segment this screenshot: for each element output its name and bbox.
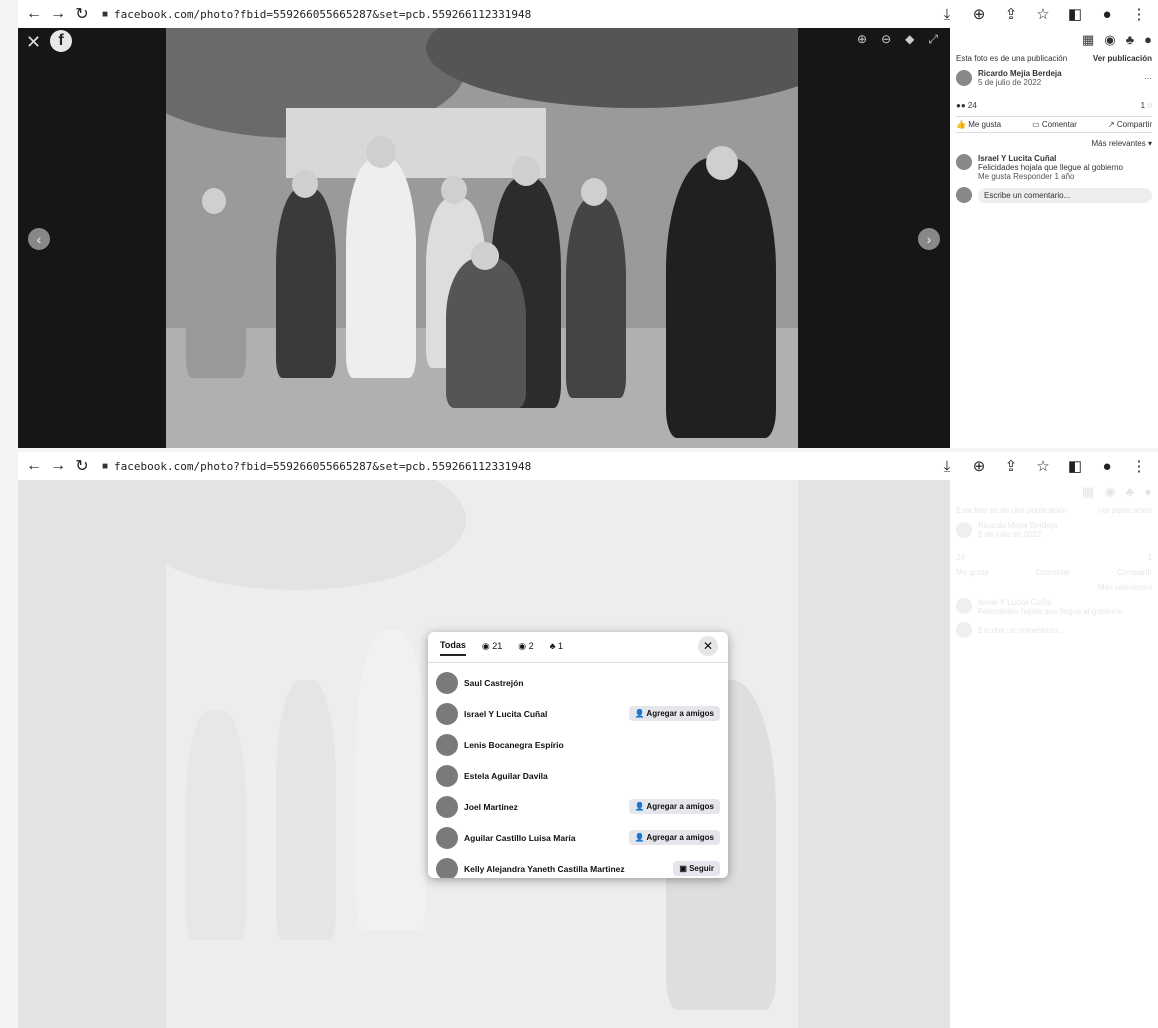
list-item[interactable]: Estela Aguilar Davila <box>436 760 720 791</box>
view-post-link[interactable]: Ver publicación <box>1093 54 1152 63</box>
star-icon[interactable]: ☆ <box>1032 3 1054 25</box>
next-photo-arrow-icon[interactable]: › <box>918 228 940 250</box>
person-name[interactable]: Lenis Bocanegra Espírio <box>464 740 720 750</box>
sidepanel-icon[interactable]: ◧ <box>1064 3 1086 25</box>
screenshot-top: ← → ↻ ■ facebook.com/photo?fbid=55926605… <box>18 0 1158 448</box>
screenshot-bottom: ← → ↻ ■ facebook.com/photo?fbid=55926605… <box>18 452 1158 1028</box>
comment-button[interactable]: ▭ Comentar <box>1032 120 1077 129</box>
commenter-name[interactable]: Israel Y Lucita Cuñal <box>978 154 1123 163</box>
reload-icon[interactable]: ↻ <box>70 455 94 477</box>
reactions-dialog: Todas ◉ 21 ◉ 2 ♣ 1 ✕ Saul Castrejón Isra… <box>428 632 728 878</box>
person-name[interactable]: Saul Castrejón <box>464 678 720 688</box>
messenger-icon[interactable]: ◉ <box>1104 32 1115 48</box>
post-sidebar: ▦ ◉ ♣ ● Esta foto es de una publicación … <box>950 28 1158 448</box>
avatar[interactable] <box>436 826 458 849</box>
lock-icon: ■ <box>102 8 109 20</box>
browser-toolbar: ← → ↻ ■ facebook.com/photo?fbid=55926605… <box>18 0 1158 28</box>
tab-care[interactable]: ♣ 1 <box>550 641 563 655</box>
people-list: Saul Castrejón Israel Y Lucita Cuñal 👤 A… <box>428 663 728 878</box>
forward-arrow-icon[interactable]: → <box>46 3 70 25</box>
notifications-icon[interactable]: ♣ <box>1126 32 1135 48</box>
share-icon[interactable]: ⇪ <box>1000 455 1022 477</box>
previous-photo-arrow-icon[interactable]: ‹ <box>28 228 50 250</box>
follow-button[interactable]: ▣ Seguir <box>673 861 720 876</box>
tab-love[interactable]: ◉ 2 <box>518 641 533 656</box>
menu-icon[interactable]: ⋮ <box>1128 3 1150 25</box>
apps-icon[interactable]: ▦ <box>1082 32 1094 48</box>
account-avatar-icon[interactable]: ● <box>1144 32 1152 48</box>
reload-icon[interactable]: ↻ <box>70 3 94 25</box>
commenter-avatar[interactable] <box>956 154 972 170</box>
post-notice: Esta foto es de una publicación <box>956 54 1068 63</box>
person-name[interactable]: Aguilar Castillo Luisa María <box>464 833 629 843</box>
address-bar[interactable]: facebook.com/photo?fbid=559266055665287&… <box>114 8 531 21</box>
list-item[interactable]: Aguilar Castillo Luisa María 👤 Agregar a… <box>436 822 720 853</box>
browser-toolbar: ← → ↻ ■ facebook.com/photo?fbid=55926605… <box>18 452 1158 480</box>
close-icon[interactable]: ✕ <box>698 636 718 656</box>
download-icon[interactable]: ⤓ <box>936 3 958 25</box>
comment-input[interactable]: Escribe un comentario... <box>978 187 1152 203</box>
avatar[interactable] <box>436 733 458 756</box>
tab-like[interactable]: ◉ 21 <box>482 641 502 656</box>
my-avatar <box>956 187 972 203</box>
share-icon[interactable]: ⇪ <box>1000 3 1022 25</box>
author-name[interactable]: Ricardo Mejía Berdeja <box>978 69 1062 78</box>
person-name[interactable]: Joel Martinez <box>464 802 629 812</box>
list-item[interactable]: Lenis Bocanegra Espírio <box>436 729 720 760</box>
avatar[interactable] <box>436 795 458 818</box>
photo-viewer: ✕ f ‹ › ⊕ ⊖ ◆ ⤢ <box>18 28 950 448</box>
add-friend-button[interactable]: 👤 Agregar a amigos <box>628 706 720 721</box>
post-date[interactable]: 5 de julio de 2022 <box>978 78 1062 87</box>
address-bar[interactable]: facebook.com/photo?fbid=559266055665287&… <box>114 460 531 473</box>
profile-icon[interactable]: ● <box>1096 455 1118 477</box>
close-icon[interactable]: ✕ <box>26 32 41 53</box>
download-icon[interactable]: ⤓ <box>936 455 958 477</box>
lock-icon: ■ <box>102 460 109 472</box>
menu-icon[interactable]: ⋮ <box>1128 455 1150 477</box>
forward-arrow-icon[interactable]: → <box>46 455 70 477</box>
share-button[interactable]: ↗ Compartir <box>1108 120 1152 129</box>
more-options-icon[interactable]: ··· <box>1144 74 1152 83</box>
facebook-logo-icon[interactable]: f <box>50 30 72 52</box>
list-item[interactable]: Joel Martinez 👤 Agregar a amigos <box>436 791 720 822</box>
person-name[interactable]: Estela Aguilar Davila <box>464 771 720 781</box>
zoom-icon[interactable]: ⊕ <box>968 455 990 477</box>
tag-icon[interactable]: ◆ <box>905 32 914 47</box>
person-name[interactable]: Israel Y Lucita Cuñal <box>464 709 629 719</box>
sidepanel-icon[interactable]: ◧ <box>1064 455 1086 477</box>
zoom-in-icon[interactable]: ⊕ <box>857 32 867 47</box>
list-item[interactable]: Israel Y Lucita Cuñal 👤 Agregar a amigos <box>436 698 720 729</box>
list-item[interactable]: Kelly Alejandra Yaneth Castilla Martinez… <box>436 853 720 878</box>
author-avatar[interactable] <box>956 70 972 86</box>
reaction-count[interactable]: ●● 24 <box>956 101 977 110</box>
like-button[interactable]: 👍 Me gusta <box>956 120 1001 129</box>
add-friend-button[interactable]: 👤 Agregar a amigos <box>628 799 720 814</box>
avatar[interactable] <box>436 857 458 878</box>
back-arrow-icon[interactable]: ← <box>22 3 46 25</box>
list-item[interactable]: Saul Castrejón <box>436 667 720 698</box>
avatar[interactable] <box>436 764 458 787</box>
reaction-tabs: Todas ◉ 21 ◉ 2 ♣ 1 ✕ <box>428 632 728 663</box>
add-friend-button[interactable]: 👤 Agregar a amigos <box>628 830 720 845</box>
comment-actions[interactable]: Me gusta Responder 1 año <box>978 172 1123 181</box>
profile-icon[interactable]: ● <box>1096 3 1118 25</box>
relevance-dropdown[interactable]: Más relevantes ▾ <box>1092 139 1153 148</box>
avatar[interactable] <box>436 671 458 694</box>
zoom-out-icon[interactable]: ⊖ <box>881 32 891 47</box>
tab-all[interactable]: Todas <box>440 640 466 656</box>
person-name[interactable]: Kelly Alejandra Yaneth Castilla Martinez <box>464 864 673 874</box>
star-icon[interactable]: ☆ <box>1032 455 1054 477</box>
comment-text: Felicidades hojala que llegue al gobiern… <box>978 163 1123 172</box>
comment-count[interactable]: 1 ◌ <box>1141 101 1152 110</box>
fullscreen-icon[interactable]: ⤢ <box>928 32 938 47</box>
group-photo <box>166 28 798 448</box>
zoom-icon[interactable]: ⊕ <box>968 3 990 25</box>
back-arrow-icon[interactable]: ← <box>22 455 46 477</box>
avatar[interactable] <box>436 702 458 725</box>
